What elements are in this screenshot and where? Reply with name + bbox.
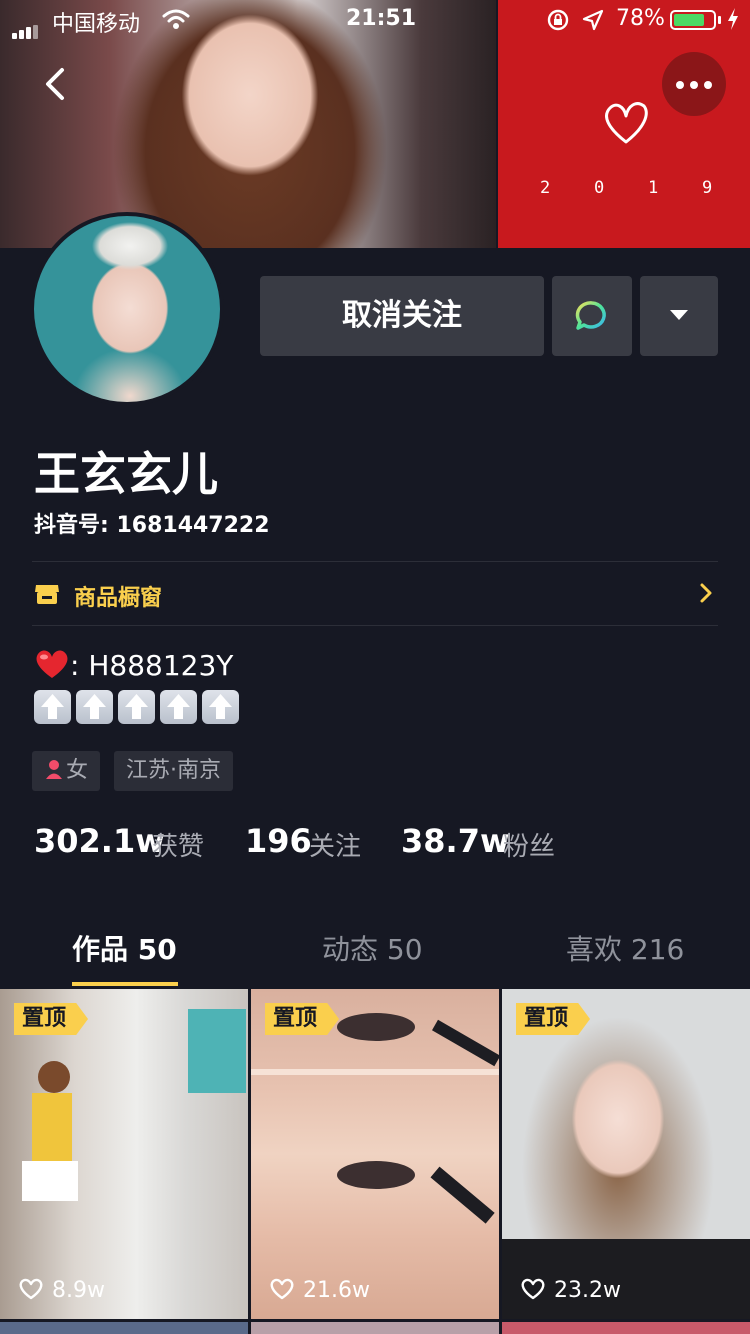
banner-year-digit: 9 [702, 178, 713, 198]
video-thumbnail[interactable]: 置顶 23.2w [502, 989, 750, 1319]
divider [32, 625, 718, 626]
battery-percent: 78% [616, 6, 665, 31]
person-figure [32, 1093, 72, 1165]
banner-year-digit: 0 [594, 178, 605, 198]
likes-label[interactable]: 获赞 [152, 826, 204, 863]
battery-tip [718, 16, 721, 24]
poster-decoration [188, 1009, 246, 1093]
carrier-label: 中国移动 [52, 12, 141, 37]
video-thumbnail[interactable] [0, 1322, 248, 1334]
banner-year-digit: 1 [648, 178, 659, 198]
up-arrow-emoji-icon [160, 690, 197, 724]
bio-emoji-row [34, 690, 244, 728]
more-actions-dropdown-button[interactable] [640, 276, 718, 356]
message-button[interactable] [552, 276, 632, 356]
location-tag: 江苏·南京 [114, 751, 233, 791]
pinned-badge: 置顶 [516, 1003, 591, 1035]
status-time: 21:51 [346, 6, 417, 31]
video-thumbnail[interactable] [502, 1322, 750, 1334]
eyeliner-pen [430, 1166, 495, 1224]
tab-moments[interactable]: 动态 50 [322, 928, 423, 968]
video-thumbnail[interactable]: 置顶 8.9w [0, 989, 248, 1319]
following-count[interactable]: 196 [245, 822, 312, 860]
pinned-badge: 置顶 [265, 1003, 340, 1035]
chevron-right-icon [700, 583, 712, 603]
location-arrow-icon [582, 9, 604, 31]
rotation-lock-icon [547, 9, 569, 31]
tab-works[interactable]: 作品 50 [72, 928, 177, 968]
dropdown-arrow-icon [670, 310, 688, 320]
like-count: 23.2w [554, 1278, 621, 1303]
split-line [251, 1069, 499, 1075]
eye-figure [337, 1013, 415, 1041]
back-button[interactable] [36, 62, 76, 106]
bio-text: : H888123Y [34, 648, 233, 682]
up-arrow-emoji-icon [118, 690, 155, 724]
douyin-id: 抖音号: 1681447222 [34, 513, 270, 538]
back-icon [46, 68, 64, 100]
up-arrow-emoji-icon [34, 690, 71, 724]
shop-window-label: 商品橱窗 [74, 586, 163, 611]
charging-icon [728, 8, 738, 30]
followers-label[interactable]: 粉丝 [503, 826, 555, 863]
like-count: 21.6w [303, 1278, 370, 1303]
like-icon [270, 1278, 294, 1300]
profile-avatar[interactable] [30, 212, 224, 406]
unfollow-button[interactable]: 取消关注 [260, 276, 544, 356]
red-heart-emoji-icon [36, 650, 68, 678]
profile-name: 王玄玄儿 [34, 447, 218, 501]
active-tab-indicator [72, 982, 178, 986]
signal-icon [12, 14, 40, 39]
video-like-count: 21.6w [269, 1277, 370, 1303]
tab-likes[interactable]: 喜欢 216 [566, 928, 684, 968]
gender-tag: 女 [32, 751, 101, 791]
like-icon [521, 1278, 545, 1300]
following-label[interactable]: 关注 [309, 826, 361, 863]
eye-figure [337, 1161, 415, 1189]
likes-count[interactable]: 302.1w [34, 822, 165, 860]
message-icon [575, 301, 606, 330]
up-arrow-emoji-icon [76, 690, 113, 724]
eyeliner-pen [432, 1019, 499, 1067]
status-bar: 中国移动 21:51 78% [0, 0, 750, 40]
person-figure [22, 1161, 78, 1201]
gender-label: 女 [66, 758, 89, 783]
shop-window-row[interactable]: 商品橱窗 [32, 562, 718, 624]
wifi-icon [162, 9, 190, 29]
more-icon [690, 81, 698, 89]
up-arrow-emoji-icon [202, 690, 239, 724]
video-like-count: 23.2w [520, 1277, 621, 1303]
like-count: 8.9w [52, 1278, 105, 1303]
female-icon [46, 760, 62, 779]
shop-icon [35, 585, 59, 604]
person-figure [38, 1061, 70, 1093]
followers-count[interactable]: 38.7w [401, 822, 510, 860]
banner-year-digit: 2 [540, 178, 551, 198]
bio-line: : H888123Y [70, 649, 234, 682]
video-like-count: 8.9w [18, 1277, 105, 1303]
more-icon [676, 81, 684, 89]
more-icon [704, 81, 712, 89]
like-icon [19, 1278, 43, 1300]
video-thumbnail[interactable] [251, 1322, 499, 1334]
video-thumbnail[interactable]: 置顶 21.6w [251, 989, 499, 1319]
heart-icon [605, 102, 648, 144]
more-options-button[interactable] [662, 52, 726, 116]
pinned-badge: 置顶 [14, 1003, 89, 1035]
battery-icon [670, 10, 716, 30]
